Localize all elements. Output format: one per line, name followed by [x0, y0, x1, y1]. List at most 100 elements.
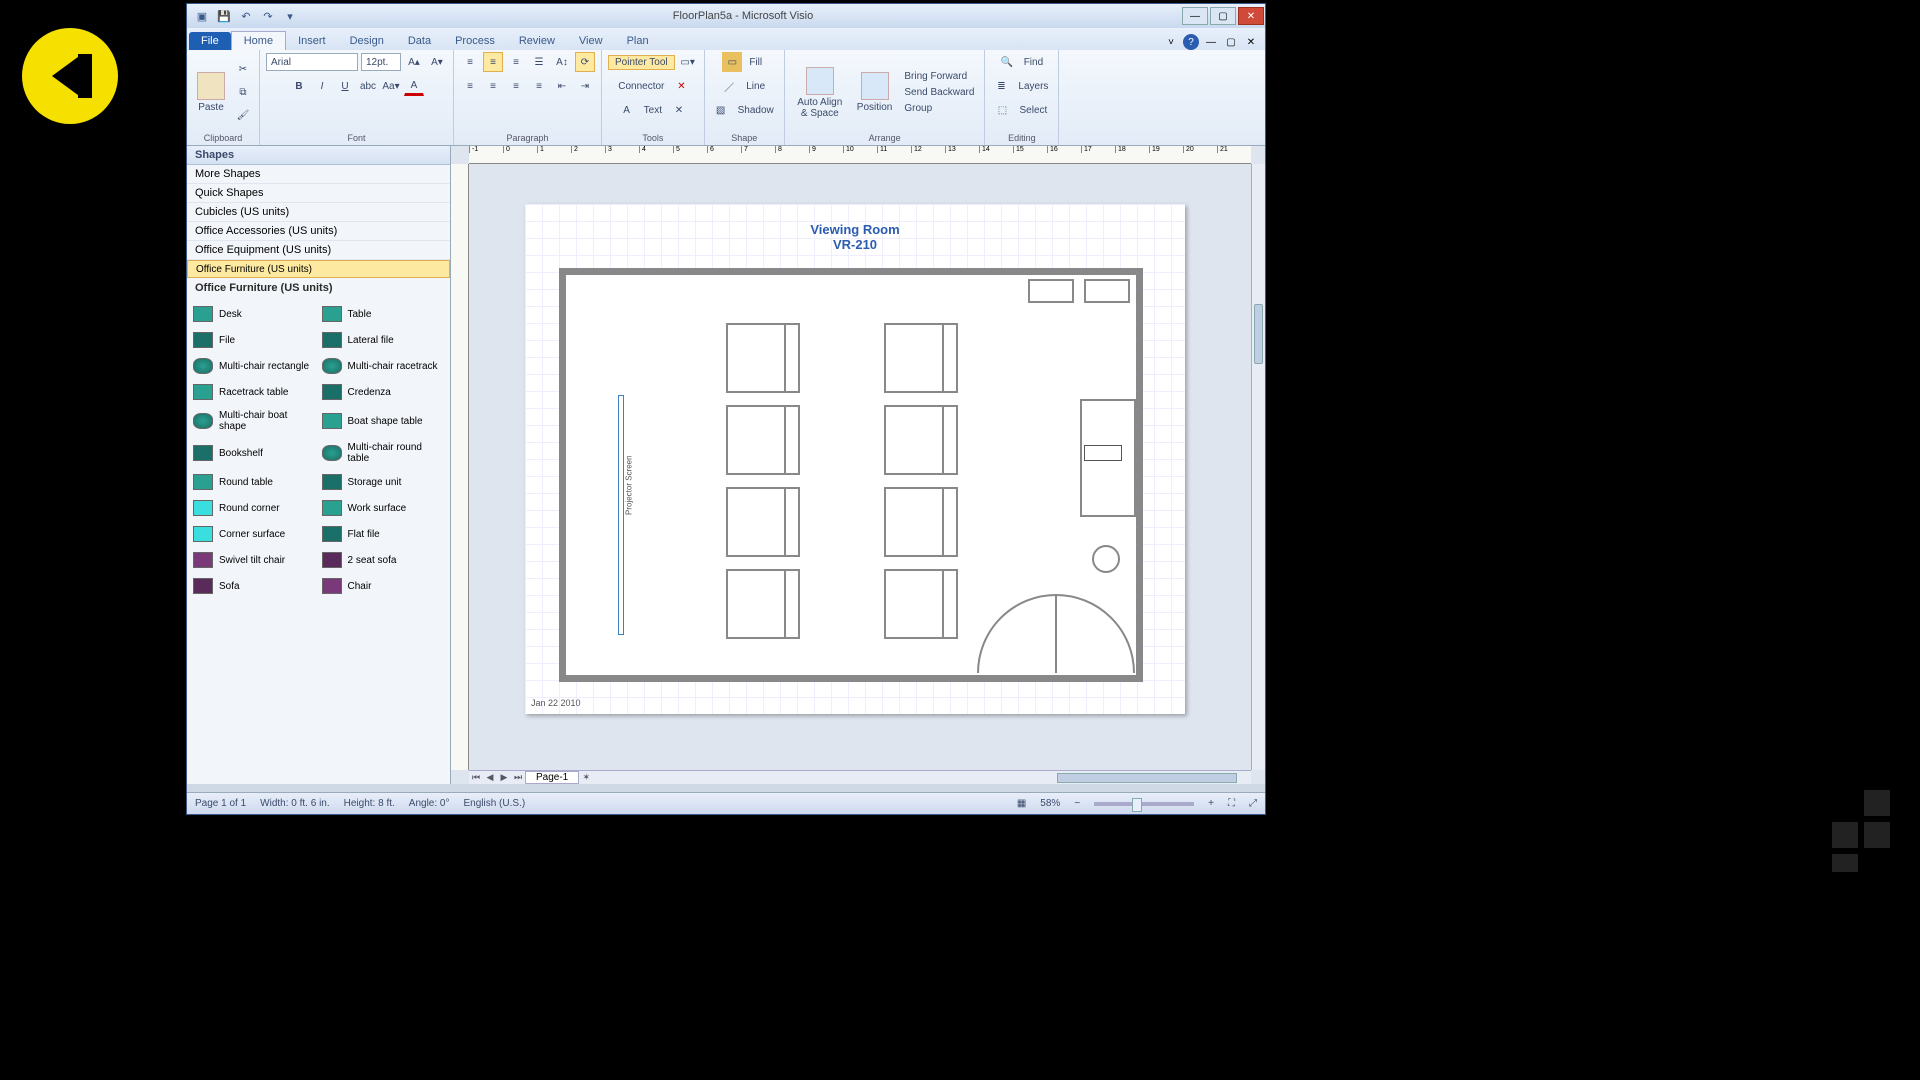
- stencil-cubicles[interactable]: Cubicles (US units): [187, 203, 450, 222]
- qat-more-icon[interactable]: ▾: [281, 7, 299, 25]
- shape-item[interactable]: Corner surface: [191, 522, 318, 546]
- select-button[interactable]: Select: [1016, 104, 1052, 117]
- fit-page-icon[interactable]: ⛶: [1228, 798, 1235, 809]
- italic-button[interactable]: I: [312, 76, 332, 96]
- shape-item[interactable]: Sofa: [191, 574, 318, 598]
- conn-point-icon[interactable]: ✕: [669, 100, 689, 120]
- mdi-close-icon[interactable]: ✕: [1243, 34, 1259, 50]
- shape-item[interactable]: Racetrack table: [191, 380, 318, 404]
- stencil-equipment[interactable]: Office Equipment (US units): [187, 241, 450, 260]
- text-direction-icon[interactable]: A↕: [552, 52, 572, 72]
- shape-item[interactable]: Boat shape table: [320, 406, 447, 436]
- tab-home[interactable]: Home: [231, 31, 286, 50]
- minimize-button[interactable]: —: [1182, 7, 1208, 25]
- line-button[interactable]: Line: [742, 80, 769, 93]
- tab-design[interactable]: Design: [338, 32, 396, 50]
- align-left-icon[interactable]: ≡: [460, 76, 480, 96]
- align-middle-icon[interactable]: ≡: [483, 52, 503, 72]
- seat-shape[interactable]: [726, 487, 800, 557]
- shape-item[interactable]: Round table: [191, 470, 318, 494]
- grow-font-icon[interactable]: A▴: [404, 52, 424, 72]
- shape-item[interactable]: Multi-chair boat shape: [191, 406, 318, 436]
- shape-item[interactable]: 2 seat sofa: [320, 548, 447, 572]
- connector-tool-button[interactable]: Connector: [614, 80, 668, 93]
- rotate-text-icon[interactable]: ⟳: [575, 52, 595, 72]
- case-button[interactable]: Aa▾: [381, 76, 401, 96]
- tab-insert[interactable]: Insert: [286, 32, 338, 50]
- font-color-button[interactable]: A: [404, 76, 424, 96]
- indent-inc-icon[interactable]: ⇥: [575, 76, 595, 96]
- page-first-icon[interactable]: ⏮: [469, 772, 483, 783]
- align-top-icon[interactable]: ≡: [460, 52, 480, 72]
- tab-data[interactable]: Data: [396, 32, 443, 50]
- page-next-icon[interactable]: ▶: [497, 772, 511, 783]
- pointer-tool-button[interactable]: Pointer Tool: [608, 55, 675, 70]
- shadow-icon[interactable]: ▧: [711, 100, 731, 120]
- shape-item[interactable]: Bookshelf: [191, 438, 318, 468]
- delete-conn-icon[interactable]: ✕: [671, 76, 691, 96]
- find-button[interactable]: Find: [1020, 56, 1047, 69]
- shape-item[interactable]: Multi-chair racetrack: [320, 354, 447, 378]
- horizontal-scrollbar[interactable]: ⏮ ◀ ▶ ⏭ Page-1 ✶: [469, 770, 1251, 784]
- tab-review[interactable]: Review: [507, 32, 567, 50]
- close-button[interactable]: ✕: [1238, 7, 1264, 25]
- layers-icon[interactable]: ≣: [991, 76, 1011, 96]
- save-icon[interactable]: 💾: [215, 7, 233, 25]
- rectangle-tool-icon[interactable]: ▭▾: [678, 52, 698, 72]
- vertical-scrollbar[interactable]: [1251, 164, 1265, 770]
- ribbon-minimize-icon[interactable]: ˅: [1163, 34, 1179, 50]
- seat-shape[interactable]: [884, 405, 958, 475]
- line-icon[interactable]: ／: [719, 76, 739, 96]
- back-badge[interactable]: [22, 28, 118, 124]
- tab-plan[interactable]: Plan: [615, 32, 661, 50]
- shape-item[interactable]: Desk: [191, 302, 318, 326]
- device-shape[interactable]: [1084, 445, 1122, 461]
- canvas[interactable]: -1012345678910111213141516171819202122 V…: [451, 146, 1265, 784]
- bring-forward-button[interactable]: Bring Forward: [900, 70, 978, 83]
- stencil-accessories[interactable]: Office Accessories (US units): [187, 222, 450, 241]
- zoom-in-icon[interactable]: +: [1208, 798, 1214, 809]
- page-prev-icon[interactable]: ◀: [483, 772, 497, 783]
- tab-file[interactable]: File: [189, 32, 231, 50]
- scroll-thumb[interactable]: [1254, 304, 1263, 364]
- mdi-restore-icon[interactable]: ▢: [1223, 34, 1239, 50]
- align-center-icon[interactable]: ≡: [483, 76, 503, 96]
- room-wall[interactable]: Projector Screen: [559, 268, 1143, 682]
- shape-item[interactable]: Swivel tilt chair: [191, 548, 318, 572]
- layers-button[interactable]: Layers: [1014, 80, 1052, 93]
- cut-icon[interactable]: ✂: [233, 60, 253, 80]
- fill-button[interactable]: Fill: [745, 56, 766, 69]
- format-painter-icon[interactable]: 🖌: [233, 106, 253, 126]
- seat-shape[interactable]: [726, 569, 800, 639]
- fullscreen-icon[interactable]: ⤢: [1249, 798, 1257, 809]
- text-tool-icon[interactable]: A: [617, 100, 637, 120]
- indent-dec-icon[interactable]: ⇤: [552, 76, 572, 96]
- shrink-font-icon[interactable]: A▾: [427, 52, 447, 72]
- quick-shapes-item[interactable]: Quick Shapes: [187, 184, 450, 203]
- fill-icon[interactable]: ▭: [722, 52, 742, 72]
- shape-item[interactable]: File: [191, 328, 318, 352]
- underline-button[interactable]: U: [335, 76, 355, 96]
- tab-view[interactable]: View: [567, 32, 615, 50]
- shape-item[interactable]: Round corner: [191, 496, 318, 520]
- shadow-button[interactable]: Shadow: [734, 104, 778, 117]
- seat-shape[interactable]: [884, 569, 958, 639]
- seat-shape[interactable]: [884, 487, 958, 557]
- shape-item[interactable]: Work surface: [320, 496, 447, 520]
- shape-item[interactable]: Flat file: [320, 522, 447, 546]
- redo-icon[interactable]: ↷: [259, 7, 277, 25]
- status-macros-icon[interactable]: ▦: [1017, 798, 1026, 809]
- shape-item[interactable]: Multi-chair round table: [320, 438, 447, 468]
- projector-screen-shape[interactable]: Projector Screen: [618, 395, 624, 635]
- seat-shape[interactable]: [726, 323, 800, 393]
- font-size-select[interactable]: 12pt.: [361, 53, 401, 71]
- zoom-slider[interactable]: [1094, 802, 1194, 806]
- position-button[interactable]: Position: [853, 70, 897, 115]
- maximize-button[interactable]: ▢: [1210, 7, 1236, 25]
- seat-shape[interactable]: [884, 323, 958, 393]
- bold-button[interactable]: B: [289, 76, 309, 96]
- bullets-icon[interactable]: ☰: [529, 52, 549, 72]
- new-page-icon[interactable]: ✶: [579, 772, 593, 783]
- align-justify-icon[interactable]: ≡: [529, 76, 549, 96]
- help-icon[interactable]: ?: [1183, 34, 1199, 50]
